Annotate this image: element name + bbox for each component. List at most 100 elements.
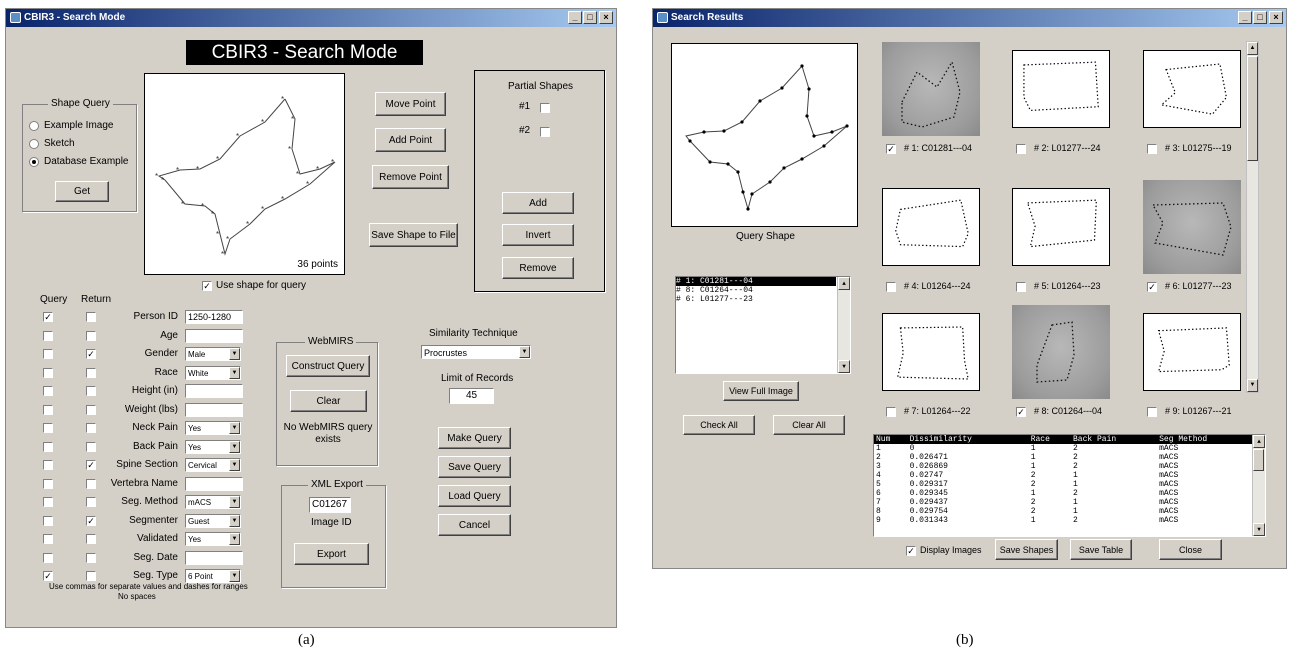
field-select[interactable]: Yes ▼ bbox=[185, 532, 241, 546]
result-listbox[interactable]: # 1: C01281---04 # 8: C01264---04 # 6: L… bbox=[675, 276, 851, 374]
result-thumbnail[interactable] bbox=[1012, 188, 1110, 266]
result-thumbnail[interactable] bbox=[1143, 50, 1241, 128]
scroll-up-icon[interactable]: ▲ bbox=[838, 277, 850, 290]
table-row[interactable]: 8 0.029754 2 1 mACS bbox=[874, 507, 1252, 516]
result-thumbnail[interactable] bbox=[882, 42, 980, 136]
query-checkbox[interactable] bbox=[43, 516, 53, 526]
result-checkbox[interactable] bbox=[1147, 144, 1157, 154]
load-query-button[interactable]: Load Query bbox=[438, 485, 511, 507]
field-select[interactable]: Yes ▼ bbox=[185, 440, 241, 454]
table-row[interactable]: 9 0.031343 1 2 mACS bbox=[874, 516, 1252, 525]
return-checkbox[interactable] bbox=[86, 423, 96, 433]
table-row[interactable]: 4 0.02747 2 1 mACS bbox=[874, 471, 1252, 480]
scroll-down-icon[interactable]: ▼ bbox=[1247, 379, 1258, 392]
return-checkbox[interactable] bbox=[86, 405, 96, 415]
result-thumbnail[interactable] bbox=[1012, 305, 1110, 399]
partial-item-2-checkbox[interactable] bbox=[540, 127, 550, 137]
query-checkbox[interactable] bbox=[43, 534, 53, 544]
use-shape-checkbox[interactable]: ✓ bbox=[202, 281, 212, 291]
scroll-up-icon[interactable]: ▲ bbox=[1247, 42, 1258, 55]
partial-remove-button[interactable]: Remove bbox=[502, 257, 574, 279]
get-button[interactable]: Get bbox=[55, 181, 109, 202]
check-all-button[interactable]: Check All bbox=[683, 415, 755, 435]
result-checkbox[interactable] bbox=[886, 282, 896, 292]
field-select[interactable]: Cervical ▼ bbox=[185, 458, 241, 472]
field-select[interactable]: Male ▼ bbox=[185, 347, 241, 361]
save-query-button[interactable]: Save Query bbox=[438, 456, 511, 478]
close-icon[interactable]: × bbox=[599, 11, 613, 24]
close-icon[interactable]: × bbox=[1269, 11, 1283, 24]
table-row[interactable]: 1 0 1 2 mACS bbox=[874, 444, 1252, 453]
result-thumbnail[interactable] bbox=[1143, 313, 1241, 391]
return-checkbox[interactable]: ✓ bbox=[86, 349, 96, 359]
scroll-thumb[interactable] bbox=[1253, 449, 1264, 471]
field-input[interactable] bbox=[185, 551, 243, 565]
query-checkbox[interactable]: ✓ bbox=[43, 571, 53, 581]
return-checkbox[interactable] bbox=[86, 571, 96, 581]
close-button[interactable]: Close bbox=[1159, 539, 1222, 560]
result-checkbox[interactable]: ✓ bbox=[1147, 282, 1157, 292]
return-checkbox[interactable] bbox=[86, 386, 96, 396]
remove-point-button[interactable]: Remove Point bbox=[372, 165, 449, 189]
return-checkbox[interactable] bbox=[86, 553, 96, 563]
save-shape-button[interactable]: Save Shape to File bbox=[369, 223, 458, 247]
return-checkbox[interactable] bbox=[86, 331, 96, 341]
scroll-down-icon[interactable]: ▼ bbox=[838, 360, 850, 373]
result-checkbox[interactable] bbox=[1147, 407, 1157, 417]
display-images-checkbox[interactable]: ✓ bbox=[906, 546, 916, 556]
return-checkbox[interactable]: ✓ bbox=[86, 516, 96, 526]
query-checkbox[interactable] bbox=[43, 349, 53, 359]
list-item[interactable]: # 1: C01281---04 bbox=[676, 277, 836, 286]
maximize-icon[interactable]: □ bbox=[1253, 11, 1267, 24]
query-checkbox[interactable] bbox=[43, 423, 53, 433]
field-input[interactable] bbox=[185, 329, 243, 343]
return-checkbox[interactable] bbox=[86, 479, 96, 489]
table-row[interactable]: 2 0.026471 1 2 mACS bbox=[874, 453, 1252, 462]
make-query-button[interactable]: Make Query bbox=[438, 427, 511, 449]
table-row[interactable]: 5 0.029317 2 1 mACS bbox=[874, 480, 1252, 489]
results-table[interactable]: Num Dissimilarity Race Back Pain Seg Method 1… bbox=[873, 434, 1266, 537]
result-checkbox[interactable] bbox=[1016, 282, 1026, 292]
partial-add-button[interactable]: Add bbox=[502, 192, 574, 214]
result-thumbnail[interactable] bbox=[882, 188, 980, 266]
query-checkbox[interactable] bbox=[43, 405, 53, 415]
save-table-button[interactable]: Save Table bbox=[1070, 539, 1132, 560]
radio-sketch[interactable] bbox=[29, 139, 39, 149]
result-thumbnail[interactable] bbox=[882, 313, 980, 391]
similarity-select[interactable]: Procrustes ▼ bbox=[421, 345, 531, 359]
radio-example-image[interactable] bbox=[29, 121, 39, 131]
field-select[interactable]: mACS ▼ bbox=[185, 495, 241, 509]
field-input[interactable] bbox=[185, 384, 243, 398]
list-item[interactable]: # 8: C01264---04 bbox=[676, 286, 850, 295]
result-thumbnail[interactable] bbox=[1143, 180, 1241, 274]
shape-canvas[interactable]: * * * * * * * * * * * * * * * * * * * * * * * 36 points bbox=[144, 73, 345, 275]
query-checkbox[interactable] bbox=[43, 442, 53, 452]
return-checkbox[interactable] bbox=[86, 368, 96, 378]
table-row[interactable]: 6 0.029345 1 2 mACS bbox=[874, 489, 1252, 498]
results-scrollbar[interactable]: ▲ ▼ bbox=[1246, 41, 1259, 393]
partial-item-1-checkbox[interactable] bbox=[540, 103, 550, 113]
view-full-image-button[interactable]: View Full Image bbox=[723, 381, 799, 401]
query-checkbox[interactable] bbox=[43, 479, 53, 489]
table-scrollbar[interactable]: ▲ ▼ bbox=[1252, 435, 1265, 536]
limit-input[interactable]: 45 bbox=[449, 388, 494, 404]
result-thumbnail[interactable] bbox=[1012, 50, 1110, 128]
return-checkbox[interactable] bbox=[86, 442, 96, 452]
result-checkbox[interactable]: ✓ bbox=[886, 144, 896, 154]
result-checkbox[interactable] bbox=[1016, 144, 1026, 154]
field-input[interactable] bbox=[185, 477, 243, 491]
list-scrollbar[interactable]: ▲ ▼ bbox=[837, 277, 850, 373]
return-checkbox[interactable]: ✓ bbox=[86, 460, 96, 470]
radio-database-example[interactable] bbox=[29, 157, 39, 167]
cancel-button[interactable]: Cancel bbox=[438, 514, 511, 536]
query-checkbox[interactable] bbox=[43, 386, 53, 396]
field-input[interactable]: 1250-1280 bbox=[185, 310, 243, 324]
minimize-icon[interactable]: _ bbox=[568, 11, 582, 24]
return-checkbox[interactable] bbox=[86, 497, 96, 507]
webmirs-clear-button[interactable]: Clear bbox=[290, 390, 367, 412]
result-checkbox[interactable] bbox=[886, 407, 896, 417]
scroll-up-icon[interactable]: ▲ bbox=[1253, 435, 1265, 448]
save-shapes-button[interactable]: Save Shapes bbox=[995, 539, 1058, 560]
query-checkbox[interactable] bbox=[43, 368, 53, 378]
construct-query-button[interactable]: Construct Query bbox=[286, 355, 370, 377]
